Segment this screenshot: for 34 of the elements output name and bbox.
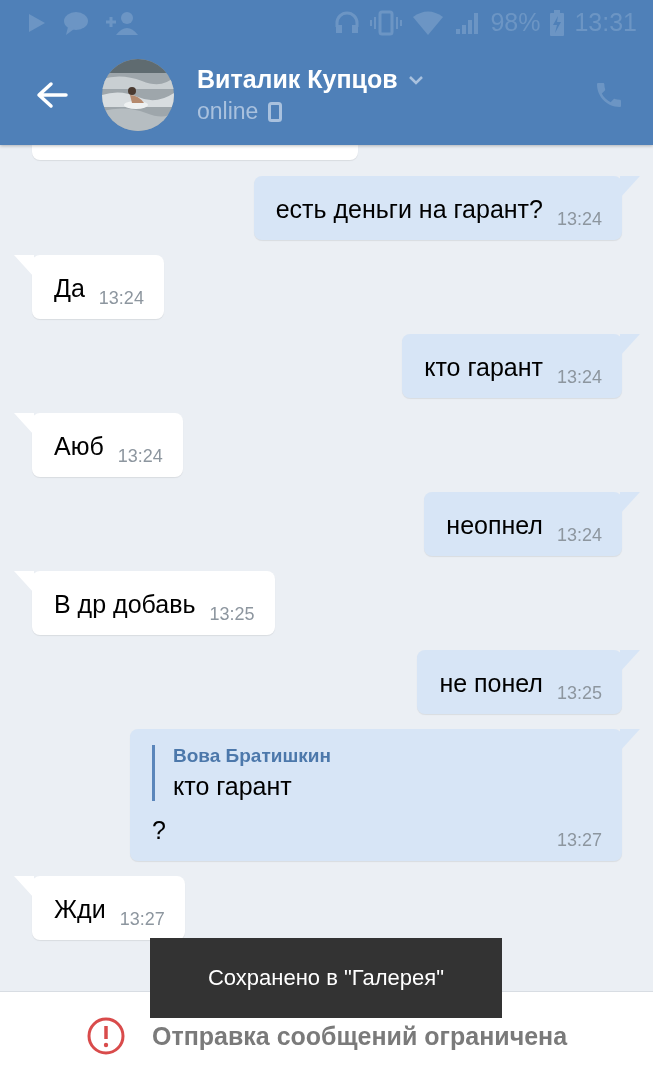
message-text: Жди: [54, 894, 106, 925]
message-time: 13:24: [556, 525, 602, 546]
headset-icon: [334, 9, 361, 36]
message-time: 13:24: [556, 367, 602, 388]
phone-device-icon: [268, 101, 283, 122]
quote-text: кто гарант: [173, 771, 293, 801]
message-text: ?: [152, 815, 166, 846]
message-time: 13:24: [98, 288, 144, 309]
message-text: есть деньги на гарант?: [275, 194, 543, 225]
battery-charging-icon: [550, 9, 565, 36]
message-time: 13:27: [556, 830, 602, 851]
toast: Сохранено в "Галерея": [150, 938, 502, 1018]
restriction-notice: Отправка сообщений ограничена: [151, 1021, 568, 1051]
message-text: Да: [54, 273, 85, 304]
message-text: неопнел: [446, 510, 543, 541]
contact-name[interactable]: Виталик Купцов: [197, 65, 398, 94]
message-time: 13:24: [117, 446, 163, 467]
message-time: 13:25: [556, 683, 602, 704]
back-arrow-icon[interactable]: [36, 81, 68, 109]
chat-icon: [62, 9, 90, 36]
wifi-icon: [412, 9, 445, 36]
message-text: В др добавь: [54, 589, 196, 620]
warning-icon: [85, 1016, 126, 1056]
message-text: Аюб: [54, 431, 104, 462]
message-time: 13:24: [556, 209, 602, 230]
quote-author: Вова Братишкин: [173, 745, 332, 767]
message-time: 13:27: [119, 909, 165, 930]
message-text: кто гарант: [424, 352, 543, 383]
message-text: не понел: [439, 668, 543, 699]
chevron-down-icon[interactable]: [407, 74, 424, 85]
add-person-icon: [104, 10, 138, 35]
online-status: online: [197, 98, 259, 125]
vibrate-icon: [370, 9, 403, 36]
message-time: 13:25: [209, 604, 255, 625]
